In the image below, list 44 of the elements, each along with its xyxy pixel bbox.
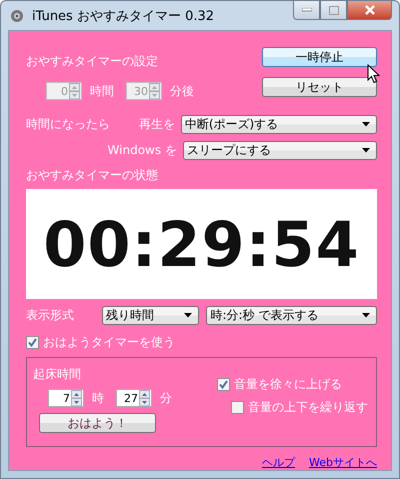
link[interactable]: ヘルプ (262, 455, 296, 470)
checkbox[interactable] (231, 401, 244, 414)
unit-label: 時間 (90, 82, 114, 100)
window-title: iTunes おやすみタイマー 0.32 (32, 8, 216, 24)
dropdown-arrow-icon (362, 312, 370, 318)
dropdown[interactable]: 時:分:秒 で表示する (206, 306, 377, 324)
checkbox-label: 音量を徐々に上げる (234, 376, 342, 393)
dropdown[interactable]: スリープにする (182, 140, 377, 160)
section-label: おやすみタイマーの設定 (26, 53, 159, 70)
dropdown-arrow-icon (362, 122, 370, 126)
mouse-cursor-icon (367, 64, 380, 84)
unit-label: 分後 (170, 82, 194, 100)
section-label: 時間になったら (26, 116, 110, 130)
checkbox[interactable] (26, 336, 39, 348)
field-label: 再生を (138, 116, 175, 132)
action-button[interactable]: リセット (262, 77, 377, 97)
dropdown[interactable]: 中断(ポーズ)する (180, 114, 377, 134)
minimize-icon (302, 8, 312, 12)
good-morning-button[interactable]: おはよう！ (39, 413, 156, 433)
number-spinner[interactable]: 7 (48, 389, 84, 407)
close-icon (364, 5, 376, 15)
link[interactable]: Webサイトへ (309, 455, 377, 470)
group-label: 起床時間 (33, 366, 82, 383)
maximize-icon (328, 6, 338, 14)
number-spinner[interactable]: 27 (116, 389, 152, 407)
minimize-button[interactable] (293, 1, 320, 20)
unit-label: 時 (92, 390, 104, 406)
field-label: Windows を (108, 142, 177, 158)
spin-arrows-icon[interactable] (139, 390, 150, 406)
maximize-button[interactable] (320, 1, 347, 20)
speaker-icon (10, 8, 26, 24)
checkbox-label: 音量の上下を繰り返す (248, 399, 368, 416)
unit-label: 分 (160, 390, 172, 406)
close-button[interactable] (347, 1, 392, 20)
dropdown-arrow-icon (184, 312, 192, 318)
dropdown-arrow-icon (362, 148, 370, 152)
checkbox-label: おはようタイマーを使う (43, 334, 175, 350)
section-label: おやすみタイマーの状態 (26, 167, 159, 184)
action-button[interactable]: 一時停止 (262, 47, 377, 67)
timer-display: 00:29:54 (26, 189, 377, 299)
field-label: 表示形式 (26, 306, 75, 324)
spin-arrows-icon[interactable] (71, 390, 82, 406)
checkbox[interactable] (217, 378, 230, 391)
dropdown[interactable]: 残り時間 (102, 306, 200, 324)
